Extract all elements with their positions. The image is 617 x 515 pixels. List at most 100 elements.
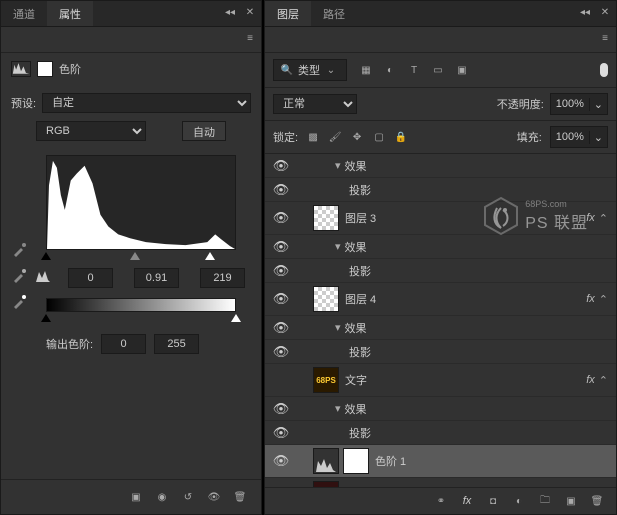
drop-shadow-row[interactable]: 👁投影	[265, 421, 616, 445]
output-white-handle[interactable]	[231, 314, 241, 322]
collapse-icon[interactable]: ◂◂	[578, 5, 592, 19]
chevron-up-icon[interactable]: ⌃	[599, 374, 608, 387]
layer-thumb[interactable]	[313, 286, 339, 312]
eyedropper-gray-icon[interactable]	[11, 266, 29, 284]
fill-input[interactable]: ⌄	[550, 126, 608, 148]
highlight-input[interactable]	[200, 268, 245, 288]
output-low-input[interactable]	[101, 334, 146, 354]
twisty-down-icon[interactable]: ▾	[335, 159, 341, 172]
adjustment-thumb[interactable]	[313, 448, 339, 474]
layer-thumb[interactable]: 68PS	[313, 367, 339, 393]
output-black-handle[interactable]	[41, 314, 51, 322]
lock-artboard-icon[interactable]: ▢	[372, 130, 386, 144]
filter-smart-icon[interactable]: ▣	[455, 63, 469, 77]
lock-transparent-icon[interactable]: ▩	[306, 130, 320, 144]
lock-paint-icon[interactable]: 🖌	[328, 130, 342, 144]
close-icon[interactable]: ✕	[598, 5, 612, 19]
lock-all-icon[interactable]: 🔒	[394, 130, 408, 144]
filter-type-select[interactable]: 🔍 类型 ⌄	[273, 59, 347, 81]
drop-shadow-row[interactable]: 👁投影	[265, 259, 616, 283]
visibility-icon[interactable]: 👁	[271, 344, 291, 360]
fx-icon[interactable]: fx	[460, 494, 474, 508]
input-slider[interactable]	[46, 252, 236, 262]
auto-button[interactable]: 自动	[182, 121, 226, 141]
visibility-icon[interactable]: 👁	[271, 239, 291, 255]
panel-menu-icon[interactable]: ≡	[243, 31, 257, 45]
fx-badge[interactable]: fx	[586, 293, 595, 305]
view-previous-icon[interactable]: ◉	[155, 490, 169, 504]
link-icon[interactable]: ⚭	[434, 494, 448, 508]
layer-row[interactable]: 👁图层 3fx⌃	[265, 202, 616, 235]
filter-type-icons: ▦ ◐ T ▭ ▣	[359, 63, 469, 77]
visibility-icon[interactable]: 👁	[271, 210, 291, 226]
tab-properties[interactable]: 属性	[47, 1, 93, 26]
effects-row[interactable]: 👁▾效果	[265, 397, 616, 421]
mask-icon[interactable]	[37, 61, 53, 77]
layer-row[interactable]: 👁图层 4fx⌃	[265, 283, 616, 316]
panel-menu-icon[interactable]: ≡	[598, 31, 612, 45]
effects-row[interactable]: 👁▾效果	[265, 154, 616, 178]
collapse-icon[interactable]: ◂◂	[223, 5, 237, 19]
close-icon[interactable]: ✕	[243, 5, 257, 19]
filter-pixel-icon[interactable]: ▦	[359, 63, 373, 77]
midtone-slider-handle[interactable]	[130, 252, 140, 260]
highlight-slider-handle[interactable]	[205, 252, 215, 260]
visibility-icon[interactable]: 👁	[271, 158, 291, 174]
layer-row[interactable]: 👁xmasstree_4_by_theonlyone76-d5mwa7x	[265, 478, 616, 487]
visibility-icon[interactable]: 👁	[207, 490, 221, 504]
chevron-up-icon[interactable]: ⌃	[599, 212, 608, 225]
output-high-input[interactable]	[154, 334, 199, 354]
output-slider[interactable]	[46, 314, 236, 324]
filter-shape-icon[interactable]: ▭	[431, 63, 445, 77]
tab-channels[interactable]: 通道	[1, 1, 47, 26]
visibility-icon[interactable]: 👁	[271, 263, 291, 279]
visibility-icon[interactable]: 👁	[271, 291, 291, 307]
visibility-icon[interactable]: 👁	[271, 453, 291, 469]
channel-select[interactable]: RGB	[36, 121, 146, 141]
adjustment-icon[interactable]: ◐	[512, 494, 526, 508]
chevron-up-icon[interactable]: ⌃	[599, 293, 608, 306]
visibility-icon[interactable]: 👁	[271, 401, 291, 417]
chevron-down-icon[interactable]: ⌄	[589, 98, 607, 111]
group-icon[interactable]: 🗀	[538, 494, 552, 508]
layer-row-selected[interactable]: 👁色阶 1	[265, 445, 616, 478]
clip-icon[interactable]: ▣	[129, 490, 143, 504]
midtone-input[interactable]	[134, 268, 179, 288]
twisty-down-icon[interactable]: ▾	[335, 240, 341, 253]
effects-row[interactable]: 👁▾效果	[265, 235, 616, 259]
trash-icon[interactable]: 🗑	[233, 490, 247, 504]
fx-badge[interactable]: fx	[586, 212, 595, 224]
visibility-icon[interactable]: 👁	[271, 320, 291, 336]
drop-shadow-row[interactable]: 👁投影	[265, 178, 616, 202]
layer-thumb[interactable]	[313, 481, 339, 487]
lock-position-icon[interactable]: ✥	[350, 130, 364, 144]
filter-adjust-icon[interactable]: ◐	[383, 63, 397, 77]
filter-toggle[interactable]	[600, 63, 608, 77]
preset-select[interactable]: 自定	[42, 93, 251, 113]
shadow-input[interactable]	[68, 268, 113, 288]
reset-icon[interactable]: ↺	[181, 490, 195, 504]
effects-row[interactable]: 👁▾效果	[265, 316, 616, 340]
chevron-down-icon[interactable]: ⌄	[589, 131, 607, 144]
eyedropper-white-icon[interactable]	[11, 292, 29, 310]
blend-opacity-row: 正常 不透明度: ⌄	[265, 88, 616, 121]
tab-paths[interactable]: 路径	[311, 1, 357, 26]
blend-mode-select[interactable]: 正常	[273, 94, 357, 114]
visibility-icon[interactable]: 👁	[271, 486, 291, 487]
mask-icon[interactable]: ◘	[486, 494, 500, 508]
mask-thumb[interactable]	[343, 448, 369, 474]
tab-layers[interactable]: 图层	[265, 1, 311, 26]
twisty-down-icon[interactable]: ▾	[335, 402, 341, 415]
layer-row[interactable]: 68PS文字fx⌃	[265, 364, 616, 397]
drop-shadow-row[interactable]: 👁投影	[265, 340, 616, 364]
trash-icon[interactable]: 🗑	[590, 494, 604, 508]
shadow-slider-handle[interactable]	[41, 252, 51, 260]
twisty-down-icon[interactable]: ▾	[335, 321, 341, 334]
layer-thumb[interactable]	[313, 205, 339, 231]
filter-type-icon[interactable]: T	[407, 63, 421, 77]
new-layer-icon[interactable]: ▣	[564, 494, 578, 508]
visibility-icon[interactable]: 👁	[271, 425, 291, 441]
visibility-icon[interactable]: 👁	[271, 182, 291, 198]
opacity-input[interactable]: ⌄	[550, 93, 608, 115]
fx-badge[interactable]: fx	[586, 374, 595, 386]
